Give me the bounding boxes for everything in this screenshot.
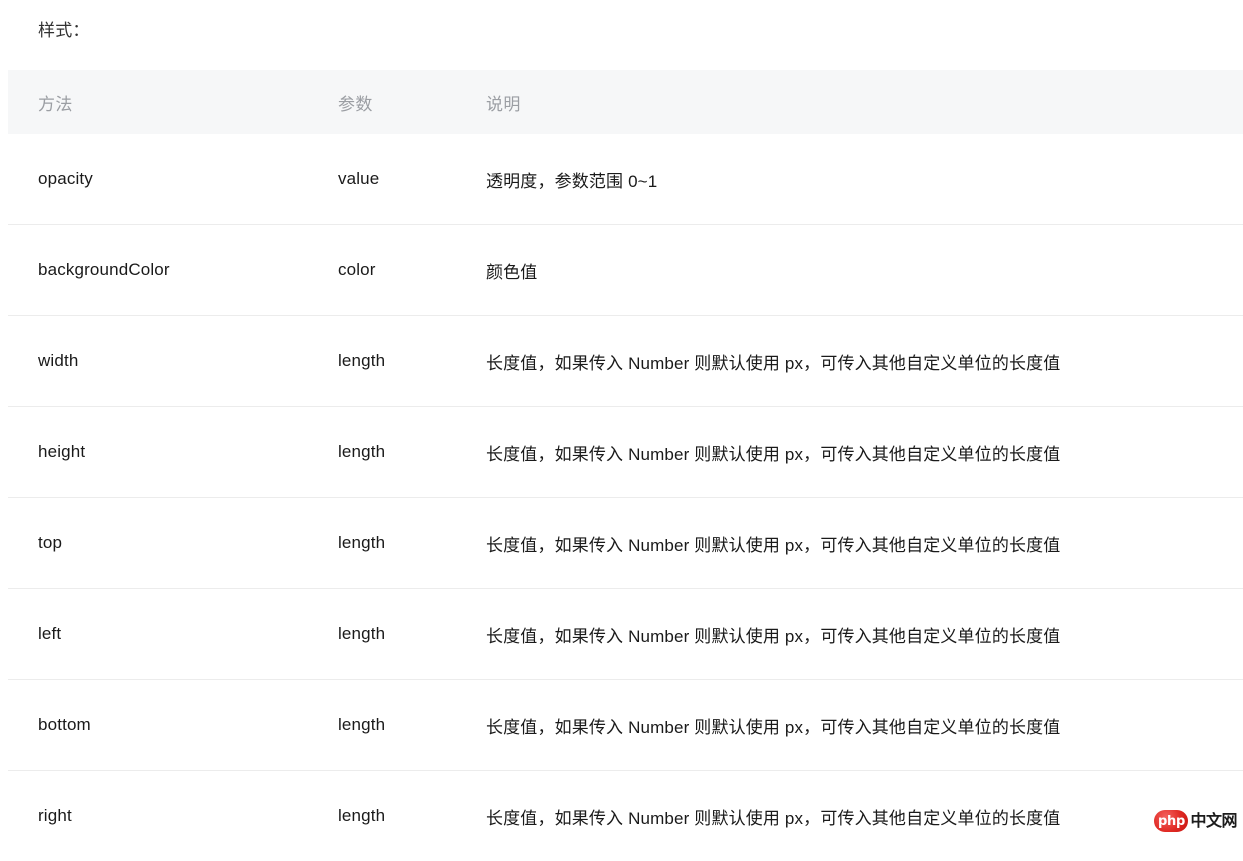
cell-param: value [308,134,456,225]
php-logo-icon: php [1154,810,1188,832]
watermark-site-name: 中文网 [1190,813,1237,829]
table-header: 方法 参数 说明 [8,70,1243,134]
cell-description: 长度值，如果传入 Number 则默认使用 px，可传入其他自定义单位的长度值 [456,316,1243,407]
cell-method: opacity [8,134,308,225]
table-row: backgroundColor color 颜色值 [8,225,1243,316]
cell-method: height [8,407,308,498]
table-row: top length 长度值，如果传入 Number 则默认使用 px，可传入其… [8,498,1243,589]
cell-param: color [308,225,456,316]
cell-param: length [308,589,456,680]
cell-param: length [308,680,456,771]
cell-description: 长度值，如果传入 Number 则默认使用 px，可传入其他自定义单位的长度值 [456,680,1243,771]
column-header-desc: 说明 [456,70,1243,134]
php-logo-text: php [1158,815,1185,828]
section-label-style: 样式： [38,14,90,48]
table-row: bottom length 长度值，如果传入 Number 则默认使用 px，可… [8,680,1243,771]
table-row: width length 长度值，如果传入 Number 则默认使用 px，可传… [8,316,1243,407]
table-row: opacity value 透明度，参数范围 0~1 [8,134,1243,225]
cell-method: backgroundColor [8,225,308,316]
column-header-method: 方法 [8,70,308,134]
column-header-param: 参数 [308,70,456,134]
table-header-row: 方法 参数 说明 [8,70,1243,134]
cell-param: length [308,498,456,589]
cell-description: 长度值，如果传入 Number 则默认使用 px，可传入其他自定义单位的长度值 [456,771,1243,861]
cell-method: left [8,589,308,680]
cell-method: width [8,316,308,407]
table-body: opacity value 透明度，参数范围 0~1 backgroundCol… [8,134,1243,861]
cell-method: bottom [8,680,308,771]
cell-param: length [308,407,456,498]
cell-description: 长度值，如果传入 Number 则默认使用 px，可传入其他自定义单位的长度值 [456,407,1243,498]
cell-description: 颜色值 [456,225,1243,316]
table-row: right length 长度值，如果传入 Number 则默认使用 px，可传… [8,771,1243,861]
cell-description: 长度值，如果传入 Number 则默认使用 px，可传入其他自定义单位的长度值 [456,589,1243,680]
cell-description: 透明度，参数范围 0~1 [456,134,1243,225]
cell-method: top [8,498,308,589]
page-root: 样式： 方法 参数 说明 opacity value 透明度，参数范围 0~1 … [0,0,1243,836]
cell-param: length [308,771,456,861]
table-row: left length 长度值，如果传入 Number 则默认使用 px，可传入… [8,589,1243,680]
table-row: height length 长度值，如果传入 Number 则默认使用 px，可… [8,407,1243,498]
cell-description: 长度值，如果传入 Number 则默认使用 px，可传入其他自定义单位的长度值 [456,498,1243,589]
site-watermark: php 中文网 [1154,810,1237,832]
cell-param: length [308,316,456,407]
cell-method: right [8,771,308,861]
style-api-table: 方法 参数 说明 opacity value 透明度，参数范围 0~1 back… [8,70,1243,861]
